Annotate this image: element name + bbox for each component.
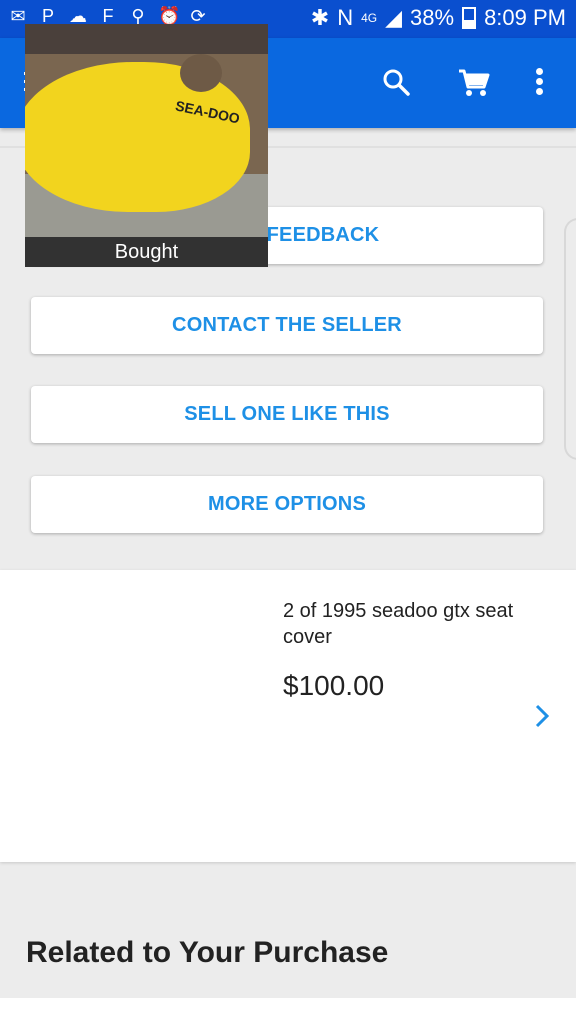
side-panel-edge bbox=[564, 218, 576, 460]
nfc-icon: N bbox=[337, 5, 354, 30]
gmail-icon: ✉ bbox=[10, 6, 26, 26]
cart-icon[interactable] bbox=[458, 68, 490, 98]
sell-one-like-this-button[interactable]: SELL ONE LIKE THIS bbox=[31, 386, 543, 443]
search-icon[interactable] bbox=[382, 68, 410, 96]
signal-icon: ◢ bbox=[385, 5, 403, 30]
4g-icon: 4G bbox=[361, 11, 378, 25]
battery-percent: 38% bbox=[410, 5, 455, 30]
chevron-right-icon[interactable] bbox=[533, 703, 551, 729]
more-options-button[interactable]: MORE OPTIONS bbox=[31, 476, 543, 533]
alarm-icon: ⏰ bbox=[158, 6, 181, 26]
usb-icon: ⚲ bbox=[131, 6, 145, 26]
related-section-title: Related to Your Purchase bbox=[26, 936, 389, 969]
item-title[interactable]: 2 of 1995 seadoo gtx seat cover bbox=[283, 598, 553, 650]
item-price: $100.00 bbox=[283, 670, 385, 701]
overflow-menu-icon[interactable] bbox=[536, 68, 544, 96]
bought-label: Bought bbox=[25, 237, 268, 267]
contact-seller-button[interactable]: CONTACT THE SELLER bbox=[31, 297, 543, 354]
system-status: ✱ N 4G ◢ 38% 8:09 PM bbox=[311, 5, 566, 31]
sync-icon: ⟳ bbox=[190, 6, 206, 26]
related-section-content bbox=[0, 998, 576, 1024]
notification-icons: ✉ P ☁ F ⚲ ⏰ ⟳ bbox=[8, 6, 208, 26]
battery-icon bbox=[462, 7, 477, 29]
cloud-icon: ☁ bbox=[69, 6, 87, 26]
bluetooth-icon: ✱ bbox=[310, 5, 330, 30]
clock: 8:09 PM bbox=[484, 5, 566, 30]
flipboard-icon: F bbox=[102, 6, 114, 26]
paypal-icon: P bbox=[41, 6, 54, 26]
item-image[interactable]: SEA-DOO Bought bbox=[25, 24, 268, 267]
